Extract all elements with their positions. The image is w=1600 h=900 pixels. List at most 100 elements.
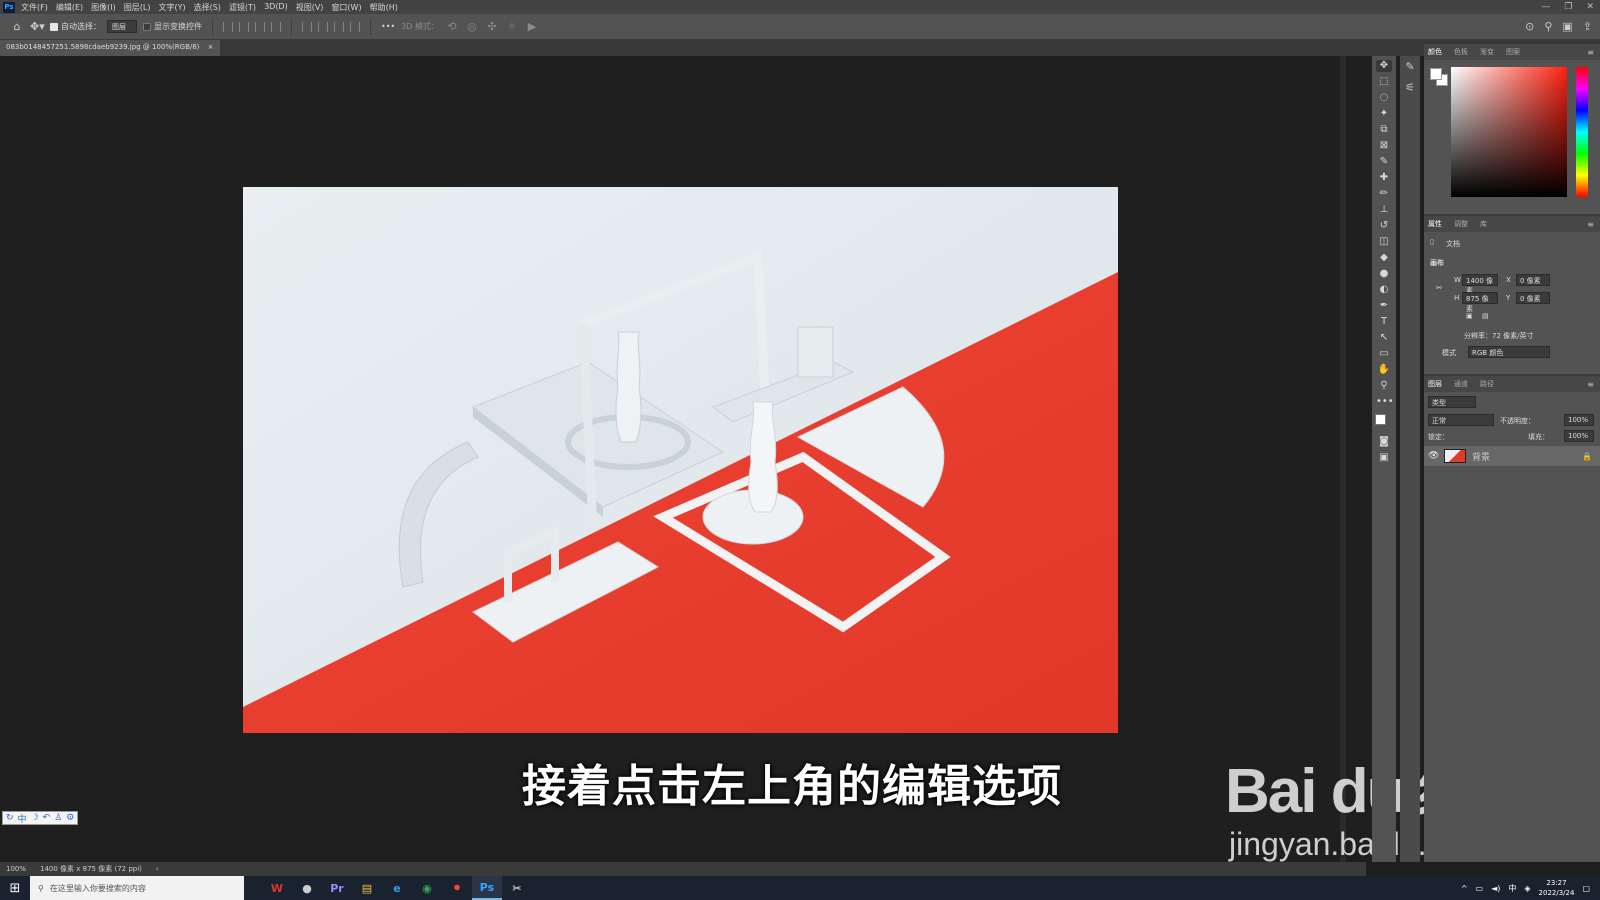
search-icon[interactable]: ⚲ [1544,20,1552,33]
taskbar-app-icon[interactable]: Ps [472,876,502,900]
magic-wand-icon[interactable]: ✦ [1376,108,1392,120]
share-icon[interactable]: ⊙ [1525,20,1534,33]
ime-button[interactable]: ↻ [6,813,14,823]
align-top-icon[interactable] [302,21,312,32]
zoom-icon[interactable]: ⚲ [1376,380,1392,392]
move-tool-preset-icon[interactable]: ✥▾ [30,20,45,33]
healing-icon[interactable]: ✚ [1376,172,1392,184]
menu-item[interactable]: 3D(D) [264,2,288,13]
taskbar-app-icon[interactable]: e [382,876,412,900]
align-right-icon[interactable] [255,21,265,32]
ime-button[interactable]: ♙ [54,813,62,823]
stamp-icon[interactable]: ⊥ [1376,204,1392,216]
clock[interactable]: 23:27 2022/3/24 [1539,878,1575,898]
ime-button[interactable]: 中 [18,812,27,825]
mode-dropdown[interactable]: RGB 颜色 [1468,346,1550,358]
menu-item[interactable]: 选择(S) [194,2,221,13]
fill-field[interactable]: 100% [1564,430,1594,442]
show-transform-checkbox[interactable]: 显示变换控件 [143,21,202,32]
rectangle-icon[interactable]: ▭ [1376,348,1392,360]
brush-icon[interactable]: ✏ [1376,188,1392,200]
security-icon[interactable]: ◈ [1524,884,1530,893]
layer-filter-field[interactable]: 类型 [1428,396,1476,408]
color-panel-tab[interactable]: 图案 [1506,47,1520,57]
distribute-icon[interactable] [271,21,281,32]
menu-item[interactable]: 编辑(E) [56,2,83,13]
blur-icon[interactable]: ● [1376,268,1392,280]
document-tab[interactable]: 083b0148457251.5898cdaeb9239.jpg @ 100%(… [0,40,220,56]
zoom-level[interactable]: 100% [6,865,26,873]
type-icon[interactable]: T [1376,316,1392,328]
taskbar-app-icon[interactable]: W [262,876,292,900]
more-icon[interactable]: ••• [1376,396,1394,408]
align-middle-icon[interactable] [318,21,328,32]
layer-row-background[interactable]: 👁 背景 🔒 [1424,446,1600,466]
taskbar-search[interactable]: ⚲ 在这里输入你要搜索的内容 [30,876,244,900]
brush-settings-icon[interactable]: ✎ [1405,60,1414,73]
menu-item[interactable]: 文字(Y) [158,2,185,13]
ime-language[interactable]: 中 [1508,883,1516,894]
status-menu-arrow[interactable]: › [156,865,159,873]
windows-start-icon[interactable]: ⊞ [0,881,30,896]
taskbar-app-icon[interactable]: ✂ [502,876,532,900]
move-icon[interactable]: ✥ [1376,60,1392,72]
menu-item[interactable]: 图像(I) [91,2,116,13]
menu-item[interactable]: 窗口(W) [331,2,361,13]
path-select-icon[interactable]: ↖ [1376,332,1392,344]
color-panel-tab[interactable]: 色板 [1454,47,1468,57]
screen-mode-icon[interactable]: ▣ [1376,452,1392,464]
blend-mode-dropdown[interactable]: 正常 [1428,414,1494,426]
auto-select-checkbox[interactable]: 自动选择： [50,21,101,32]
menu-item[interactable]: 视图(V) [296,2,324,13]
properties-panel-tab[interactable]: 库 [1480,219,1487,229]
ime-button[interactable]: ↶ [43,813,51,823]
marquee-icon[interactable]: ⬚ [1376,76,1392,88]
taskbar-app-icon[interactable]: ◉ [412,876,442,900]
more-options-button[interactable]: ••• [381,22,395,31]
taskbar-app-icon[interactable]: Pr [322,876,352,900]
panel-menu-icon[interactable]: ≡ [1587,48,1594,57]
auto-select-target-dropdown[interactable]: 图层 [107,20,137,33]
ime-button[interactable]: ☽ [31,813,39,823]
volume-icon[interactable]: ◄) [1491,884,1500,893]
panel-menu-icon[interactable]: ≡ [1587,220,1594,229]
close-tab-icon[interactable]: × [208,43,214,51]
y-field[interactable]: 0 像素 [1516,292,1550,304]
color-panel-tab[interactable]: 渐变 [1480,47,1494,57]
history-brush-icon[interactable]: ↺ [1376,220,1392,232]
width-field[interactable]: 1400 像素 [1462,274,1498,295]
panel-menu-icon[interactable]: ≡ [1587,380,1594,389]
taskbar-app-icon[interactable]: ▤ [352,876,382,900]
layers-panel-tab[interactable]: 通道 [1454,379,1468,389]
canvas-section-title[interactable]: 画布 [1430,258,1444,268]
bucket-icon[interactable]: ◆ [1376,252,1392,264]
height-field[interactable]: 875 像素 [1462,292,1498,313]
taskbar-app-icon[interactable]: ⏺ [442,876,472,900]
document-image[interactable] [243,187,1118,733]
align-left-icon[interactable] [223,21,233,32]
color-picker-field[interactable] [1451,67,1567,197]
minimize-button[interactable]: — [1541,2,1550,12]
dodge-icon[interactable]: ◐ [1376,284,1392,296]
network-icon[interactable]: ▭ [1476,884,1484,893]
lasso-icon[interactable]: ◌ [1376,92,1392,104]
align-center-icon[interactable] [239,21,249,32]
hand-icon[interactable]: ✋ [1376,364,1392,376]
taskbar-app-icon[interactable]: ● [292,876,322,900]
lock-icon[interactable]: 🔒 [1582,452,1592,461]
pen-icon[interactable]: ✒ [1376,300,1392,312]
menu-item[interactable]: 文件(F) [21,2,48,13]
restore-button[interactable]: ❐ [1564,2,1572,12]
opacity-field[interactable]: 100% [1564,414,1594,426]
eye-icon[interactable]: 👁 [1428,451,1440,461]
close-window-button[interactable]: ✕ [1586,2,1594,12]
menu-item[interactable]: 帮助(H) [370,2,398,13]
adjustments-icon[interactable]: ⚟ [1405,81,1415,94]
home-icon[interactable]: ⌂ [10,20,24,33]
align-bottom-icon[interactable] [334,21,344,32]
ime-button[interactable]: ⚙ [66,813,74,823]
properties-panel-tab[interactable]: 属性 [1428,219,1442,229]
landscape-icon[interactable]: ▤ [1482,312,1489,320]
menu-item[interactable]: 滤镜(T) [229,2,256,13]
distribute-vertical-icon[interactable] [350,21,360,32]
